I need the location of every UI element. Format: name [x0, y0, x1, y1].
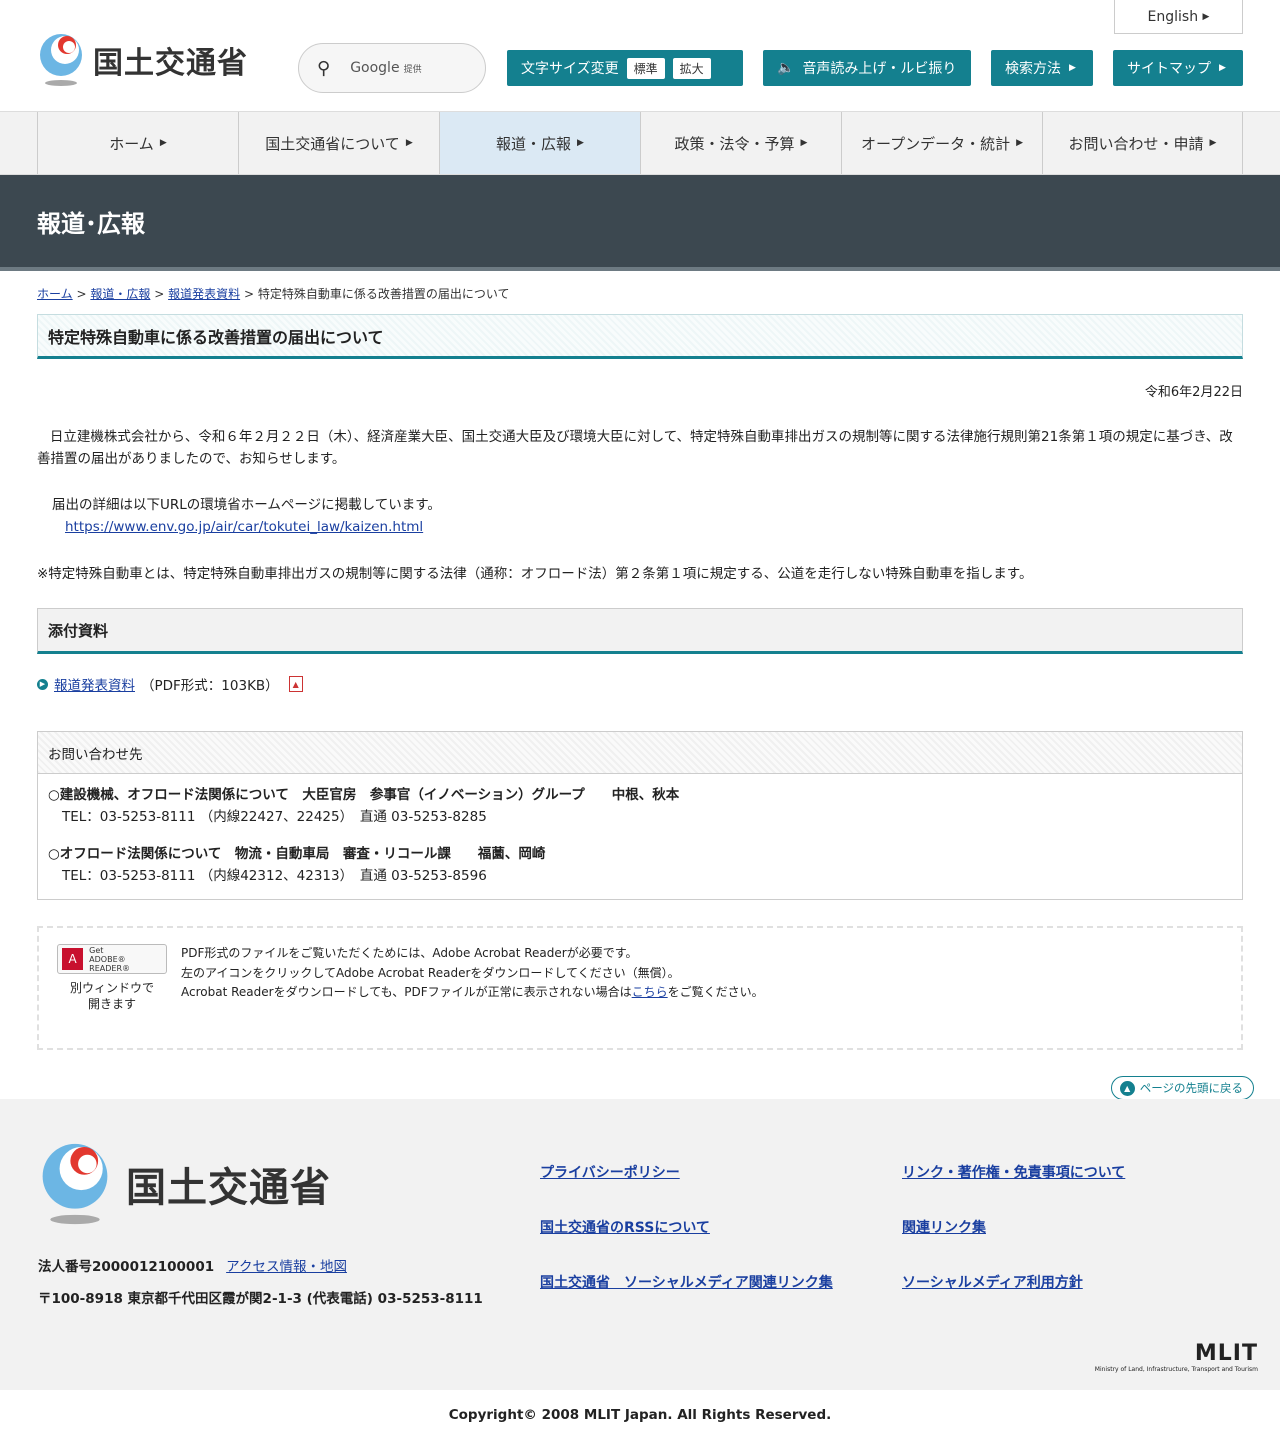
- arrow-right-icon: ▶: [1219, 63, 1226, 73]
- arrow-right-icon: ▶: [1016, 138, 1024, 148]
- contact-name-2: ○オフロード法関係について 物流・自動車局 審査・リコール課 福薗、岡崎: [48, 846, 546, 862]
- contact-name-1: ○建設機械、オフロード法関係について 大臣官房 参事官（イノベーション）グループ…: [48, 787, 680, 803]
- attachments-heading-box: 添付資料: [37, 608, 1243, 654]
- font-size-label: 文字サイズ変更: [521, 61, 619, 77]
- attachment-info: （PDF形式：103KB）: [141, 678, 279, 694]
- env-url-link[interactable]: https://www.env.go.jp/air/car/tokutei_la…: [65, 519, 423, 535]
- arrow-right-icon: ▶: [1202, 11, 1210, 22]
- contact-heading: お問い合わせ先: [38, 732, 1242, 774]
- new-window-note-2: 開きます: [87, 997, 136, 1011]
- breadcrumb-release[interactable]: 報道発表資料: [168, 287, 240, 301]
- site-search[interactable]: ⚲ Google 提供: [298, 43, 486, 93]
- arrow-right-icon: ▶: [1069, 63, 1076, 73]
- arrow-right-icon: ▶: [577, 138, 584, 148]
- google-label: Google: [350, 60, 400, 76]
- new-window-note-1: 別ウィンドウで: [69, 981, 154, 995]
- arrow-right-icon: ▶: [159, 138, 167, 148]
- copyright: Copyright© 2008 MLIT Japan. All Rights R…: [448, 1407, 832, 1423]
- footer-link-social[interactable]: 国土交通省 ソーシャルメディア関連リンク集: [540, 1272, 902, 1292]
- footer-logo[interactable]: 国土交通省: [38, 1141, 331, 1227]
- search-method-button[interactable]: 検索方法 ▶: [991, 50, 1093, 86]
- footer-link-rss[interactable]: 国土交通省のRSSについて: [540, 1217, 902, 1237]
- logo-text: 国土交通省: [93, 46, 248, 81]
- attachment-item: ▶ 報道発表資料 （PDF形式：103KB） ▲: [0, 654, 1280, 694]
- english-link[interactable]: English ▶: [1114, 0, 1243, 34]
- arrow-right-icon: ▶: [405, 138, 413, 148]
- mlit-logo-icon: [42, 1143, 108, 1225]
- page-title: 特定特殊自動車に係る改善措置の届出について: [48, 327, 384, 347]
- reader-line-3: Acrobat Readerをダウンロードしても、PDFファイルが正常に表示され…: [181, 985, 764, 999]
- sitemap-label: サイトマップ: [1127, 61, 1211, 77]
- nav-home[interactable]: ホーム ▶: [37, 112, 238, 174]
- nav-policy[interactable]: 政策・法令・予算 ▶: [640, 112, 841, 174]
- breadcrumb-press[interactable]: 報道・広報: [90, 287, 150, 301]
- contact-tel-1: TEL：03-5253-8111 （内線22427、22425） 直通 03-5…: [62, 809, 487, 825]
- nav-contact[interactable]: お問い合わせ・申請 ▶: [1042, 112, 1243, 174]
- arrow-right-icon: ▶: [1209, 138, 1217, 148]
- google-sub: 提供: [403, 65, 422, 75]
- corp-number: 法人番号2000012100001 アクセス情報・地図: [38, 1259, 347, 1275]
- breadcrumb-current: 特定特殊自動車に係る改善措置の届出について: [257, 287, 510, 301]
- site-header: 国土交通省 ⚲ Google 提供 文字サイズ変更 標準 拡大 🔈 音声読み上げ・…: [0, 0, 1280, 112]
- publish-date: 令和6年2月22日: [1144, 385, 1243, 400]
- get-adobe-reader-button[interactable]: A Get ADOBE® READER®: [57, 944, 167, 974]
- reader-line-1: PDF形式のファイルをご覧いただくためには、Adobe Acrobat Read…: [181, 946, 638, 960]
- voice-label: 音声読み上げ・ルビ振り: [802, 61, 957, 77]
- footer-links: プライバシーポリシー リンク・著作権・免責事項について 国土交通省のRSSについ…: [540, 1162, 1202, 1292]
- reader-help-link[interactable]: こちら: [632, 985, 668, 999]
- sitemap-button[interactable]: サイトマップ ▶: [1113, 50, 1243, 86]
- back-to-top-button[interactable]: ▲ ページの先頭に戻る: [1110, 1076, 1254, 1100]
- nav-press[interactable]: 報道・広報 ▶: [439, 112, 640, 174]
- search-icon[interactable]: ⚲: [317, 58, 330, 79]
- font-standard-button[interactable]: 標準: [626, 57, 665, 79]
- article-para-2: 届出の詳細は以下URLの環境省ホームページに掲載しています。 https://w…: [52, 497, 441, 535]
- arrow-right-icon: ▶: [800, 138, 808, 148]
- font-size-control: 文字サイズ変更 標準 拡大: [507, 50, 743, 86]
- nav-about[interactable]: 国土交通省について ▶: [238, 112, 439, 174]
- search-method-label: 検索方法: [1005, 61, 1061, 77]
- category-title: 報道･広報: [37, 209, 145, 238]
- category-banner: 報道･広報: [0, 175, 1280, 271]
- adobe-icon: A: [62, 948, 84, 970]
- footer-address: 〒100-8918 東京都千代田区霞が関2-1-3 (代表電話) 03-5253…: [38, 1291, 483, 1307]
- speaker-icon: 🔈: [777, 60, 795, 76]
- footer-link-privacy[interactable]: プライバシーポリシー: [540, 1162, 902, 1182]
- global-nav: ホーム ▶ 国土交通省について ▶ 報道・広報 ▶ 政策・法令・予算 ▶ オープンデータ…: [0, 112, 1280, 175]
- nav-opendata[interactable]: オープンデータ・統計 ▶: [841, 112, 1042, 174]
- voice-button[interactable]: 🔈 音声読み上げ・ルビ振り: [763, 50, 971, 86]
- acrobat-reader-box: A Get ADOBE® READER® 別ウィンドウで 開きます PDF形式のフ…: [37, 926, 1243, 1050]
- page-title-box: 特定特殊自動車に係る改善措置の届出について: [37, 314, 1243, 359]
- mlit-wordmark: MLIT Ministry of Land, Infrastructure, T…: [1094, 1341, 1258, 1373]
- arrow-up-icon: ▲: [1119, 1080, 1135, 1096]
- font-large-button[interactable]: 拡大: [672, 57, 711, 79]
- footer-link-copyright[interactable]: リンク・著作権・免責事項について: [902, 1162, 1202, 1182]
- site-logo[interactable]: 国土交通省: [37, 33, 248, 87]
- attachments-heading: 添付資料: [48, 621, 109, 640]
- breadcrumb-home[interactable]: ホーム: [37, 287, 73, 301]
- article-note: ※特定特殊自動車とは、特定特殊自動車排出ガスの規制等に関する法律（通称：オフロー…: [37, 566, 1033, 582]
- english-label: English: [1147, 8, 1199, 25]
- bullet-arrow-icon: ▶: [37, 678, 48, 690]
- access-map-link[interactable]: アクセス情報・地図: [226, 1259, 347, 1275]
- footer-link-related[interactable]: 関連リンク集: [902, 1217, 1202, 1237]
- contact-box: お問い合わせ先 ○建設機械、オフロード法関係について 大臣官房 参事官（イノベー…: [37, 731, 1243, 900]
- contact-tel-2: TEL：03-5253-8111 （内線42312、42313） 直通 03-5…: [62, 868, 487, 884]
- footer-logo-text: 国土交通省: [126, 1165, 331, 1211]
- pdf-icon: ▲: [288, 676, 303, 692]
- mlit-logo-icon: [40, 34, 82, 86]
- press-release-pdf-link[interactable]: 報道発表資料: [54, 674, 135, 694]
- footer-link-social-policy[interactable]: ソーシャルメディア利用方針: [902, 1272, 1202, 1292]
- site-footer: 国土交通省 法人番号2000012100001 アクセス情報・地図 〒100-89…: [0, 1099, 1280, 1390]
- breadcrumb: ホーム > 報道・広報 > 報道発表資料 > 特定特殊自動車に係る改善措置の届出…: [37, 287, 510, 301]
- article-para-1: 日立建機株式会社から、令和６年２月２２日（木）、経済産業大臣、国土交通大臣及び環…: [37, 429, 1233, 467]
- reader-line-2: 左のアイコンをクリックしてAdobe Acrobat Readerをダウンロード…: [181, 965, 680, 980]
